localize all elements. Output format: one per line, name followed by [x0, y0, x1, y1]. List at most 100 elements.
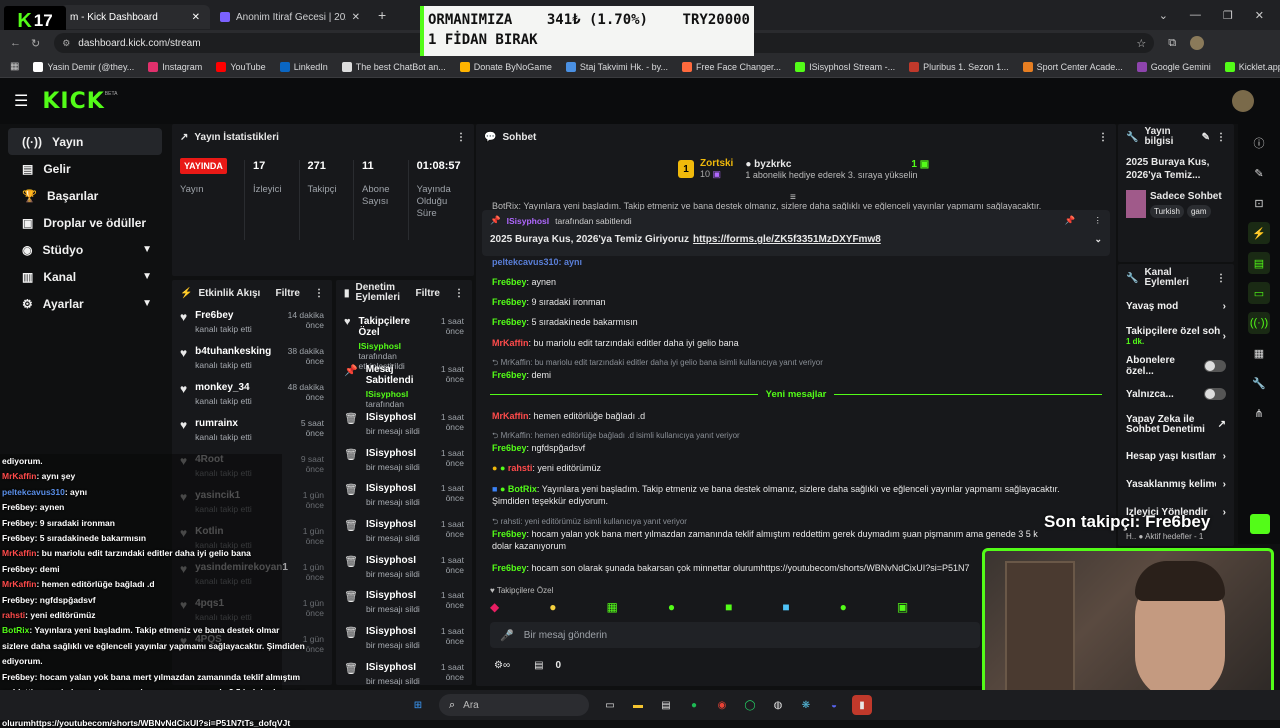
tag[interactable]: Turkish	[1150, 204, 1184, 218]
mic-icon[interactable]: 🎤	[500, 629, 514, 642]
active-goals[interactable]: H.. ● Aktif hedefler - 1	[1126, 532, 1203, 541]
tab-search-icon[interactable]: ⌄	[1159, 9, 1168, 22]
tag[interactable]: gam	[1186, 204, 1211, 218]
followers-only-item[interactable]: Takipçilere özel soh 1 dk. ›	[1126, 320, 1226, 352]
emote-icon[interactable]: ▣	[897, 600, 908, 614]
chat-message[interactable]: Fre6bey: hocam yalan yok bana mert yılma…	[480, 528, 1060, 552]
settings-icon[interactable]: ⚙∞	[494, 660, 510, 671]
chat-message[interactable]: Fre6bey: ngfdspğadsvf	[480, 442, 1080, 454]
banned-words-item[interactable]: Yasaklanmış kelime ›	[1126, 470, 1226, 498]
discord-icon[interactable]: ◒	[824, 695, 844, 715]
bookmark-item[interactable]: Kicklet.app - Kick C...	[1224, 61, 1280, 72]
more-icon[interactable]: ⋮	[456, 132, 466, 143]
activity-item[interactable]: ♥ monkey_34 kanalı takip etti 48 dakika önc…	[172, 378, 332, 414]
bookmark-item[interactable]: Free Face Changer...	[682, 61, 781, 72]
bookmark-item[interactable]: Donate ByNoGame	[459, 61, 552, 72]
terminal-icon[interactable]: ▤	[656, 695, 676, 715]
subs-only-toggle[interactable]	[1204, 360, 1226, 372]
bookmark-item[interactable]: Pluribus 1. Sezon 1...	[909, 61, 1009, 72]
moderation-item[interactable]: 🗑 ISisyphosI bir mesajı sildi 1 saat önce	[336, 586, 472, 622]
bookmark-item[interactable]: Google Gemini	[1136, 61, 1211, 72]
sidebar-item-studyo[interactable]: ◉ Stüdyo ▼	[8, 236, 162, 263]
profile-avatar[interactable]	[1190, 36, 1205, 50]
sidebar-item-yayin[interactable]: ((·)) Yayın	[8, 128, 162, 155]
emote-icon[interactable]: ●	[549, 600, 556, 614]
chat-icon[interactable]: ▭	[1248, 282, 1270, 304]
bookmark-item[interactable]: The best ChatBot an...	[341, 61, 446, 72]
moderation-item[interactable]: 🗑 ISisyphosI bir mesajı sildi 1 saat önce	[336, 622, 472, 658]
more-icon[interactable]: ⋮	[454, 288, 464, 299]
chat-message[interactable]: ■ ● BotRix: Yayınlara yeni başladım. Tak…	[480, 483, 1080, 507]
emote-icon[interactable]: ■	[782, 600, 789, 614]
emote-icon[interactable]: ●	[840, 600, 847, 614]
user-avatar[interactable]	[1232, 90, 1254, 112]
slow-mode-item[interactable]: Yavaş mod ›	[1126, 292, 1226, 320]
chrome-icon[interactable]: ◉	[712, 695, 732, 715]
kick-logo[interactable]: KICK	[42, 89, 104, 114]
emote-icon[interactable]: ◆	[490, 600, 499, 614]
extensions-icon[interactable]: ⧉	[1168, 37, 1176, 50]
emote-icon[interactable]: ▦	[606, 600, 617, 614]
emote-icon[interactable]: ■	[725, 600, 732, 614]
chat-message[interactable]: Fre6bey: demi	[480, 369, 1080, 381]
pinned-link[interactable]: https://forms.gle/ZK5f3351MzDXYFmw8	[693, 234, 881, 245]
unpin-icon[interactable]: 📌	[1065, 215, 1076, 226]
chat-message[interactable]: ● ● rahsti: yeni editörümüz	[480, 462, 1080, 474]
moderation-item[interactable]: ♥ Takipçilere Özel ISisyphosI tarafından e…	[336, 312, 472, 371]
broadcast-icon[interactable]: ((·))	[1248, 312, 1270, 334]
emote-only-toggle[interactable]	[1204, 388, 1226, 400]
star-icon[interactable]: ☆	[1136, 37, 1146, 50]
chat-message[interactable]: Fre6bey: 5 sıradakinede bakarmısın	[480, 316, 1080, 328]
sidebar-item-ayarlar[interactable]: ⚙ Ayarlar ▼	[8, 290, 162, 317]
maximize-icon[interactable]: ❐	[1223, 9, 1233, 22]
taskbar-search[interactable]: ⌕ Ara	[439, 694, 589, 716]
task-view-icon[interactable]: ▭	[600, 695, 620, 715]
chat-message[interactable]: Fre6bey: 9 sıradaki ironman	[480, 296, 1080, 308]
tab-kick-dashboard[interactable]: m - Kick Dashboard ✕	[60, 5, 210, 29]
store-icon[interactable]: ▤	[534, 660, 543, 671]
network-icon[interactable]: ❋	[796, 695, 816, 715]
bookmark-item[interactable]: ISisyphosI Stream -...	[795, 61, 895, 72]
bolt-icon[interactable]: ⚡	[1248, 222, 1270, 244]
pinned-message[interactable]: 📌 ISisyphosI tarafından sabitlendi 📌 ⋮ 2…	[482, 210, 1110, 256]
filter-button[interactable]: Filtre	[276, 288, 300, 299]
sidebar-item-kanal[interactable]: ▥ Kanal ▼	[8, 263, 162, 290]
moderation-item[interactable]: 📌 Mesaj Sabitlendi ISisyphosI tarafından 1 …	[336, 360, 472, 409]
more-icon[interactable]: ⋮	[1094, 215, 1103, 226]
windows-start-icon[interactable]: ⊞	[408, 695, 428, 715]
target-icon[interactable]: ⊡	[1248, 192, 1270, 214]
bookmark-item[interactable]: LinkedIn	[279, 61, 328, 72]
moderation-item[interactable]: 🗑 ISisyphosI bir mesajı sildi 1 saat önce	[336, 658, 472, 685]
more-icon[interactable]: ⋮	[1098, 132, 1108, 143]
close-icon[interactable]: ✕	[192, 12, 200, 23]
activity-item[interactable]: ♥ rumrainx kanalı takip etti 5 saat önce	[172, 414, 332, 450]
edit-icon[interactable]: ✎	[1248, 162, 1270, 184]
more-icon[interactable]: ⋮	[1216, 132, 1226, 143]
layout-icon[interactable]: ▦	[1248, 342, 1270, 364]
bookmark-item[interactable]: Staj Takvimi Hk. - by...	[565, 61, 668, 72]
moderation-item[interactable]: 🗑 ISisyphosI bir mesajı sildi 1 saat önce	[336, 551, 472, 587]
bookmark-item[interactable]: YouTube	[216, 61, 266, 72]
menu-icon[interactable]: ☰	[14, 91, 28, 111]
file-explorer-icon[interactable]: ▬	[628, 695, 648, 715]
chat-message[interactable]: MrKaffin: bu mariolu edit tarzındaki edi…	[480, 337, 1080, 349]
moderation-item[interactable]: 🗑 ISisyphosI bir mesajı sildi 1 saat önce	[336, 515, 472, 551]
info-icon[interactable]: ⓘ	[1248, 132, 1270, 154]
new-tab-icon[interactable]: +	[378, 7, 386, 23]
obs-icon[interactable]: ◍	[768, 695, 788, 715]
edit-icon[interactable]: ✎	[1202, 132, 1210, 143]
wrench-icon[interactable]: 🔧	[1248, 372, 1270, 394]
minimize-icon[interactable]: —	[1190, 9, 1201, 22]
sidebar-item-gelir[interactable]: ▤ Gelir	[8, 155, 162, 182]
chat-message[interactable]: Fre6bey: aynen	[480, 276, 1080, 288]
emote-icon[interactable]: ●	[668, 600, 675, 614]
activity-item[interactable]: ♥ Fre6bey kanalı takip etti 14 dakika önce	[172, 306, 332, 342]
app-icon[interactable]: ▮	[852, 695, 872, 715]
reload-icon[interactable]: ↻	[31, 37, 40, 50]
sidebar-item-basarilar[interactable]: 🏆 Başarılar	[8, 182, 162, 209]
moderation-item[interactable]: 🗑 ISisyphosI bir mesajı sildi 1 saat önce	[336, 444, 472, 480]
bookmark-item[interactable]: Instagram	[148, 61, 202, 72]
moderation-item[interactable]: 🗑 ISisyphosI bir mesajı sildi 1 saat önce	[336, 479, 472, 515]
site-info-icon[interactable]: ⚙	[62, 38, 70, 49]
close-icon[interactable]: ✕	[352, 12, 360, 23]
